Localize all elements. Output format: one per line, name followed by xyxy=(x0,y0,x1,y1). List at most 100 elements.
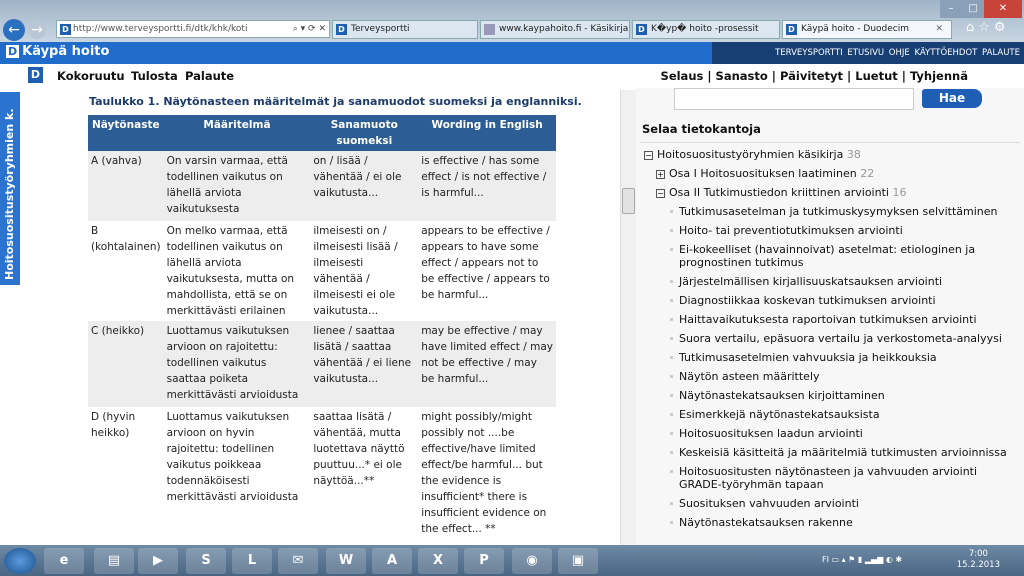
tab-icon: D xyxy=(636,24,647,35)
tab-kaypahoito-kasikirja[interactable]: www.kaypahoito.fi - Käsikirja xyxy=(480,20,630,39)
table-row: C (heikko) Luottamus vaikutuksen arvioon … xyxy=(88,321,556,407)
collapse-icon[interactable]: − xyxy=(656,189,665,198)
media-player-icon[interactable]: ▶ xyxy=(138,548,178,574)
tree-item[interactable]: Diagnostiikkaa koskevan tutkimuksen arvi… xyxy=(644,294,1020,307)
close-window-button[interactable]: ✕ xyxy=(984,0,1022,18)
tab-prosessit[interactable]: D K�yp� hoito -prosessit xyxy=(632,20,780,39)
table-cell: A (vahva) xyxy=(88,151,164,221)
tree-item[interactable]: Hoitosuosituksen laadun arviointi xyxy=(644,427,1020,440)
table-cell: C (heikko) xyxy=(88,321,164,407)
tree-item[interactable]: Näytönastekatsauksen rakenne xyxy=(644,516,1020,529)
logo-icon: D xyxy=(28,67,43,83)
scrollbar-thumb[interactable] xyxy=(622,188,635,214)
tree-label: Hoitosuositustyöryhmien käsikirja xyxy=(657,148,844,161)
browse-title: Selaa tietokantoja xyxy=(642,122,761,136)
lync-icon[interactable]: L xyxy=(232,548,272,574)
content-scrollbar[interactable] xyxy=(620,90,636,545)
close-tab-icon[interactable]: ✕ xyxy=(935,21,943,38)
tree-item[interactable]: Keskeisiä käsitteitä ja määritelmiä tutk… xyxy=(644,446,1020,459)
collapse-icon[interactable]: − xyxy=(644,151,653,160)
outlook-icon[interactable]: ✉ xyxy=(278,548,318,574)
forward-button[interactable]: → xyxy=(28,21,46,39)
tree-item[interactable]: Järjestelmällisen kirjallisuuskatsauksen… xyxy=(644,275,1020,288)
browse-links[interactable]: Selaus | Sanasto | Päivitetyt | Luetut |… xyxy=(661,69,968,83)
search-button[interactable]: Hae xyxy=(922,89,982,108)
language-indicator[interactable]: FI xyxy=(822,555,829,564)
tab-icon xyxy=(484,24,495,35)
tree-item[interactable]: Näytönastekatsauksen kirjoittaminen xyxy=(644,389,1020,402)
side-tab[interactable]: Hoitosuositustyöryhmien k. xyxy=(0,92,20,285)
tree-item[interactable]: Ei-kokeelliset (havainnoivat) asetelmat:… xyxy=(644,243,1020,269)
table-row: A (vahva) On varsin varmaa, että todellin… xyxy=(88,151,556,221)
table-cell: on / lisää / vähentää / ei ole vaikutust… xyxy=(310,151,419,221)
site-title[interactable]: D Käypä hoito xyxy=(6,44,109,59)
date: 15.2.2013 xyxy=(956,560,1000,570)
site-title-text: Käypä hoito xyxy=(22,44,110,59)
header-links[interactable]: TERVEYSPORTTI ETUSIVU OHJE KÄYTTÖEHDOT P… xyxy=(712,42,1024,80)
tree-item[interactable]: Esimerkkejä näytönastekatsauksista xyxy=(644,408,1020,421)
table-cell: On melko varmaa, että todellinen vaikutu… xyxy=(166,225,295,317)
tab-label: www.kaypahoito.fi - Käsikirja xyxy=(499,24,629,34)
tab-duodecim[interactable]: D Käypä hoito - Duodecim ✕ xyxy=(782,20,952,39)
tab-terveysportti[interactable]: D Terveysportti xyxy=(332,20,478,39)
tree-item[interactable]: Hoitosuositusten näytönasteen ja vahvuud… xyxy=(644,465,1020,491)
maximize-button[interactable]: □ xyxy=(962,0,984,18)
kokoruutu-link[interactable]: Kokoruutu xyxy=(57,69,125,83)
header-cell: Sanamuoto suomeksi xyxy=(310,115,419,151)
tab-label: Terveysportti xyxy=(351,24,410,34)
side-tab-label: Hoitosuositustyöryhmien k. xyxy=(3,108,16,281)
skype-icon[interactable]: S xyxy=(186,548,226,574)
firefox-icon[interactable]: ◉ xyxy=(512,548,552,574)
tree-count: 38 xyxy=(846,148,861,161)
url-text: http://www.terveysportti.fi/dtk/khk/koti xyxy=(73,24,248,34)
tulosta-link[interactable]: Tulosta xyxy=(131,69,178,83)
home-favorites-settings-icons[interactable]: ⌂☆⚙ xyxy=(966,20,1010,35)
clock[interactable]: 7:00 15.2.2013 xyxy=(957,549,1000,571)
picture-viewer-icon[interactable]: ▣ xyxy=(558,548,598,574)
palaute-link[interactable]: Palaute xyxy=(185,69,234,83)
address-bar[interactable]: Dhttp://www.terveysportti.fi/dtk/khk/kot… xyxy=(56,20,330,38)
table-cell: saattaa lisätä / vähentää, mutta luotett… xyxy=(313,411,405,487)
tree-item[interactable]: Tutkimusasetelman ja tutkimuskysymyksen … xyxy=(644,205,1020,218)
tree-item[interactable]: Näytön asteen määrittely xyxy=(644,370,1020,383)
tab-icon: D xyxy=(336,24,347,35)
tree-part2[interactable]: − Osa II Tutkimustiedon kriittinen arvioi… xyxy=(644,186,1020,199)
tree-item[interactable]: Suora vertailu, epäsuora vertailu ja ver… xyxy=(644,332,1020,345)
powerpoint-icon[interactable]: P xyxy=(464,548,504,574)
table-cell: D (hyvin heikko) xyxy=(91,411,136,439)
ie-icon[interactable]: e xyxy=(44,548,84,574)
site-header: D Käypä hoito TERVEYSPORTTI ETUSIVU OHJE … xyxy=(0,42,1024,80)
tree-root[interactable]: − Hoitosuositustyöryhmien käsikirja 38 xyxy=(644,148,1020,161)
explorer-icon[interactable]: ▤ xyxy=(94,548,134,574)
browser-chrome: ← → Dhttp://www.terveysportti.fi/dtk/khk… xyxy=(0,0,1024,42)
table-row: D (hyvin heikko) Luottamus vaikutuksen ar… xyxy=(88,407,556,539)
divider xyxy=(640,142,1020,143)
back-button[interactable]: ← xyxy=(3,19,25,41)
tree-count: 16 xyxy=(892,186,907,199)
browse-tree: − Hoitosuositustyöryhmien käsikirja 38 + O… xyxy=(644,148,1020,535)
table-cell: Luottamus vaikutuksen arvioon on hyvin r… xyxy=(166,411,299,503)
minimize-button[interactable]: – xyxy=(940,0,962,18)
duodecim-logo: D xyxy=(6,45,20,58)
tree-label: Osa I Hoitosuosituksen laatiminen xyxy=(669,167,857,180)
search-input[interactable] xyxy=(674,88,914,110)
table-cell: appears to be effective / appears to hav… xyxy=(421,225,550,301)
tree-item[interactable]: Tutkimusasetelmien vahvuuksia ja heikkou… xyxy=(644,351,1020,364)
taskbar: e ▤ ▶ S L ✉ W A X P ◉ ▣ FI ▭ ▴ ⚑ ▮ ▂▄▆ ◐… xyxy=(0,545,1024,576)
table-cell: is effective / has some effect / is not … xyxy=(418,151,556,221)
system-tray[interactable]: FI ▭ ▴ ⚑ ▮ ▂▄▆ ◐ ✱ xyxy=(822,555,902,564)
tree-item[interactable]: Hoito- tai preventiotutkimuksen arvioint… xyxy=(644,224,1020,237)
expand-icon[interactable]: + xyxy=(656,170,665,179)
tree-item[interactable]: Haittavaikutuksesta raportoivan tutkimuk… xyxy=(644,313,1020,326)
acrobat-icon[interactable]: A xyxy=(372,548,412,574)
tree-item[interactable]: Suosituksen vahvuuden arviointi xyxy=(644,497,1020,510)
word-icon[interactable]: W xyxy=(326,548,366,574)
table-cell: might possibly/might possibly not ....be… xyxy=(421,411,547,535)
search-refresh-stop-icons[interactable]: ⌕ ▾ ⟳ ✕ xyxy=(293,21,326,37)
tree-part1[interactable]: + Osa I Hoitosuosituksen laatiminen 22 xyxy=(644,167,1020,180)
excel-icon[interactable]: X xyxy=(418,548,458,574)
start-button[interactable] xyxy=(4,548,36,574)
header-cell: Määritelmä xyxy=(163,115,311,151)
table-cell: B (kohtalainen) xyxy=(91,225,161,253)
table-cell: ilmeisesti on / ilmeisesti lisää / ilmei… xyxy=(313,225,398,317)
